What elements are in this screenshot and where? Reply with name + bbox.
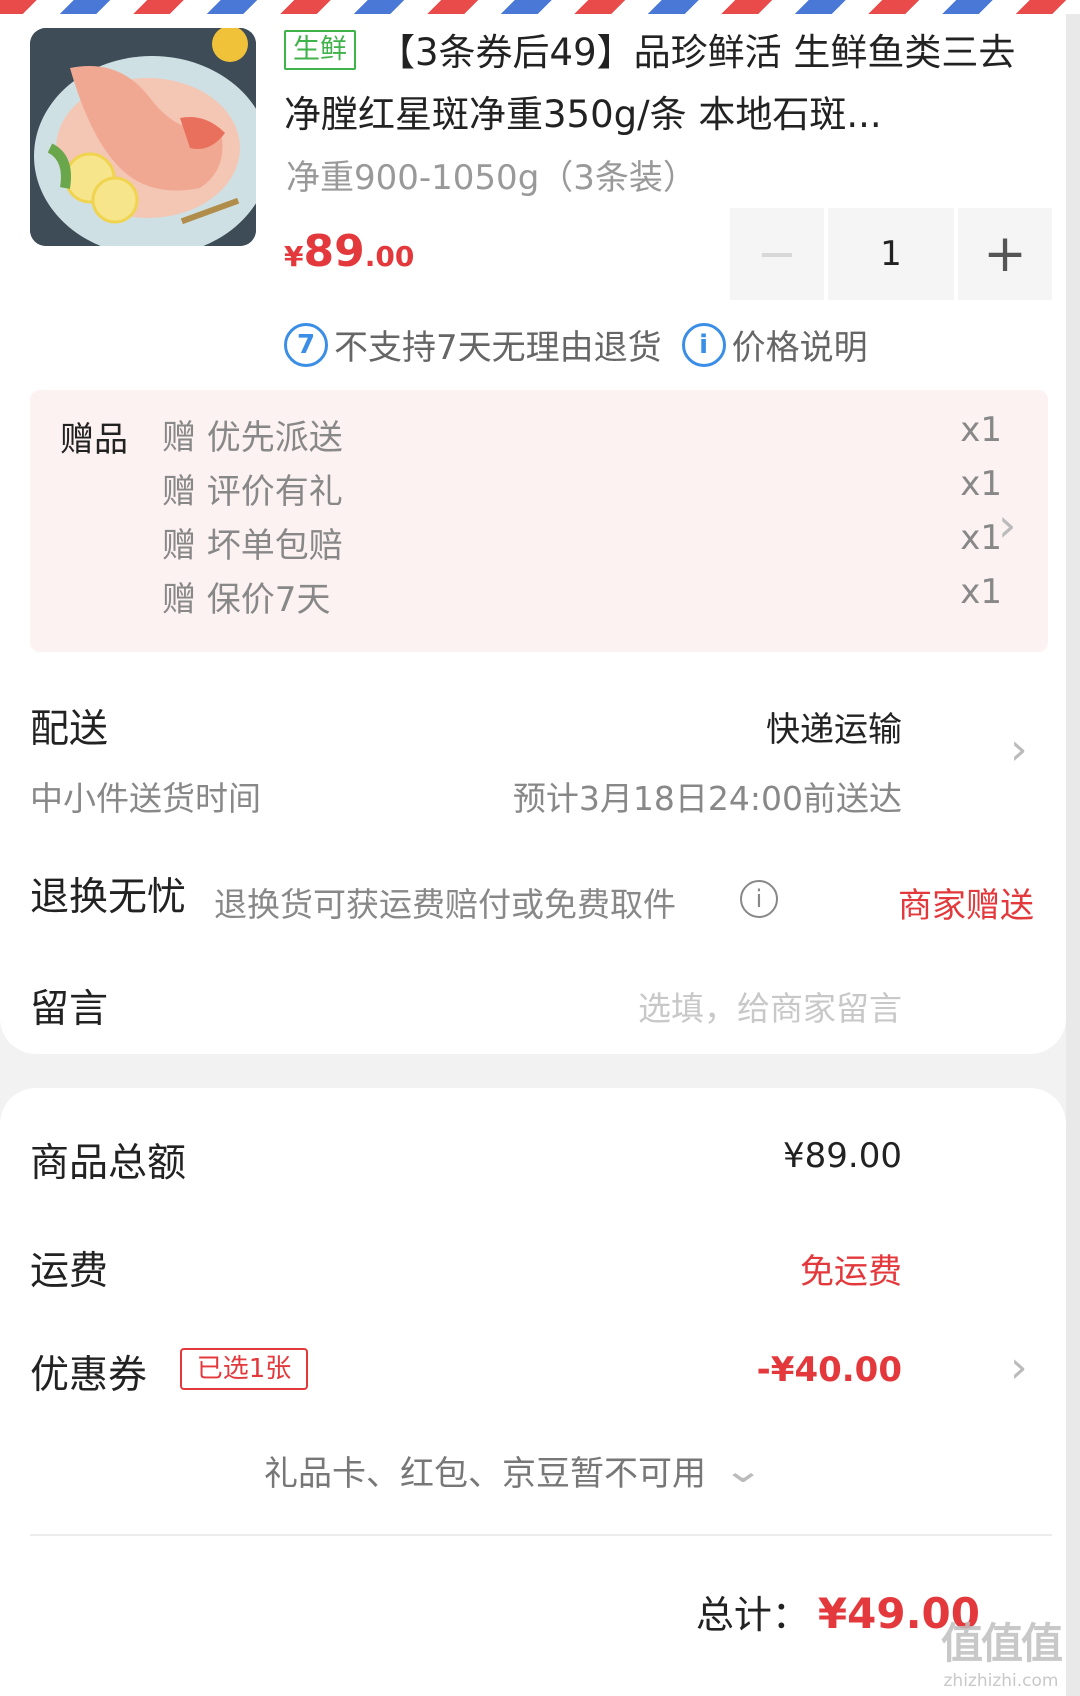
order-item-card: 【3条券后49】品珍鲜活 生鲜鱼类三去净膛红星斑净重350g/条 本地石斑...… [0,14,1066,1054]
no-return-text: 不支持7天无理由退货 [334,328,662,368]
price-integer: 89 [303,226,365,277]
gift-label: 赠品 [60,420,128,460]
airmail-border [0,0,1080,14]
gift-item: 赠 评价有礼 x1 [162,464,1002,512]
watermark-logo: 值值值 [940,1619,1063,1668]
returns-desc: 退换货可获运费赔付或免费取件 [214,885,676,924]
message-input[interactable]: 选填，给商家留言 [638,982,902,1030]
product-spec: 净重900-1050g（3条装） [286,158,697,198]
product-price: ¥89.00 [284,226,414,277]
shipping-value: 免运费 [800,1252,902,1292]
coupon-value[interactable]: -¥40.00 [757,1350,902,1390]
message-label: 留言 [30,987,109,1032]
watermark: 值值值 zhizhizhi.com [926,1610,1076,1696]
unavailable-payments[interactable]: 礼品卡、红包、京豆暂不可用 ⌄ [264,1446,764,1495]
gift-item: 赠 优先派送 x1 [162,410,1002,458]
quantity-value[interactable]: 1 [828,208,954,300]
returns-value: 商家赠送 [898,886,1034,926]
price-currency: ¥ [284,240,304,273]
delivery-label: 配送 [30,707,109,752]
chevron-right-icon[interactable]: › [1010,1342,1028,1393]
returns-label: 退换无忧 [30,875,187,920]
increase-button[interactable]: + [958,208,1052,300]
delivery-sub-label: 中小件送货时间 [30,779,261,818]
delivery-method[interactable]: 快递运输 [766,702,902,751]
gift-section[interactable]: 赠品 赠 优先派送 x1 赠 评价有礼 x1 赠 坏单包赔 x1 赠 保价7天 … [30,390,1048,652]
no-return-icon: 7 [284,322,328,367]
total-label: 总计： [695,1593,810,1637]
info-icon[interactable]: i [740,880,778,918]
shipping-label: 运费 [30,1249,109,1294]
price-note-link[interactable]: 价格说明 [732,320,868,369]
gift-item: 赠 保价7天 x1 [162,572,1002,620]
page-edge [1066,14,1080,1696]
info-icon[interactable]: i [681,322,726,367]
fresh-tag: 生鲜 [284,30,356,70]
chevron-down-icon: ⌄ [721,1450,765,1491]
watermark-url: zhizhizhi.com [943,1671,1059,1691]
quantity-stepper: − 1 + [730,208,1052,300]
product-notices: 7 不支持7天无理由退货 i 价格说明 [284,320,868,369]
delivery-eta: 预计3月18日24:00前送达 [512,779,902,818]
goods-total-label: 商品总额 [30,1141,187,1186]
product-title[interactable]: 【3条券后49】品珍鲜活 生鲜鱼类三去净膛红星斑净重350g/条 本地石斑... [284,22,1036,146]
decrease-button[interactable]: − [730,208,824,300]
coupon-label: 优惠券 [30,1353,148,1398]
coupon-badge: 已选1张 [180,1348,308,1390]
product-thumbnail[interactable] [30,28,256,246]
goods-total-value: ¥89.00 [783,1136,902,1176]
fish-plate-image [30,28,256,246]
unavailable-text: 礼品卡、红包、京豆暂不可用 [264,1454,706,1494]
price-decimal: .00 [364,240,415,273]
gift-item: 赠 坏单包赔 x1 [162,518,1002,566]
divider [30,1534,1052,1536]
chevron-right-icon[interactable]: › [1010,724,1028,775]
chevron-right-icon: › [998,498,1017,552]
